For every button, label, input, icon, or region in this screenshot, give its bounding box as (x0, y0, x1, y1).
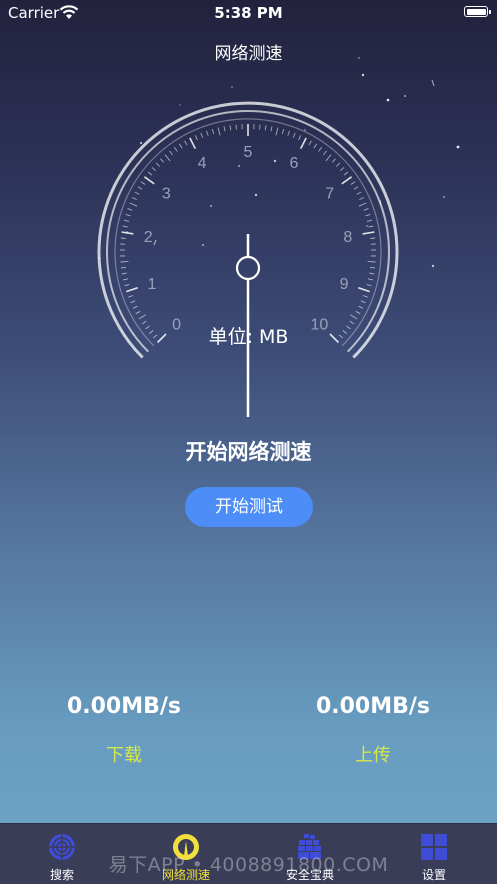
gauge-tick-label: 4 (198, 155, 207, 172)
gauge-minor-tick (368, 226, 373, 227)
gauge-minor-tick (207, 131, 209, 136)
gauge-minor-tick (185, 141, 188, 145)
gauge-tick-label: 6 (289, 155, 298, 172)
gauge-minor-tick (121, 238, 126, 239)
gauge-minor-tick (367, 220, 372, 221)
gauge-minor-tick (369, 273, 374, 274)
upload-label: 上传 (283, 741, 463, 767)
gauge-minor-tick (364, 209, 369, 211)
gauge-minor-tick (368, 261, 376, 262)
gauge-major-tick (190, 138, 195, 149)
gauge-minor-tick (131, 301, 136, 303)
gauge-minor-tick (314, 144, 317, 148)
gauge-minor-tick (368, 279, 373, 280)
gauge-minor-tick (156, 163, 160, 167)
gauge-minor-tick (128, 209, 133, 211)
gauge-minor-tick (359, 306, 363, 308)
gauge-minor-tick (361, 301, 366, 303)
gauge-major-tick (363, 232, 375, 234)
gauge-minor-tick (133, 306, 137, 308)
gauge-minor-tick (122, 273, 127, 274)
gauge-minor-tick (354, 187, 358, 190)
gauge-minor-tick (141, 182, 145, 185)
gauge-minor-tick (323, 151, 326, 155)
gauge-minor-tick (357, 192, 361, 194)
gauge-minor-tick (224, 126, 225, 131)
gauge-minor-tick (160, 159, 163, 163)
gauge-minor-tick (230, 125, 231, 130)
gauge-minor-tick (136, 311, 140, 313)
gauge-minor-tick (319, 147, 322, 151)
gauge-unit-label: 单位: MB (0, 322, 497, 349)
gauge-minor-tick (148, 172, 152, 175)
gauge-minor-tick (174, 147, 177, 151)
gauge-minor-tick (138, 187, 142, 190)
gauge-minor-tick (179, 144, 182, 148)
download-label: 下载 (34, 741, 214, 767)
gauge-minor-tick (336, 163, 340, 167)
upload-speed-value: 0.00MB/s (283, 694, 463, 719)
gauge-tick-label: 9 (340, 276, 349, 293)
gauge-minor-tick (332, 159, 335, 163)
gauge-minor-tick (132, 198, 137, 200)
speed-gauge: 012345678910 (0, 0, 497, 430)
gauge-minor-tick (123, 279, 128, 280)
gauge-minor-tick (363, 296, 368, 298)
watermark-text: 易下APP • 4008891800.COM (0, 850, 497, 877)
gauge-minor-tick (128, 296, 133, 298)
gauge-minor-tick (265, 125, 266, 130)
gauge-tick-label: 5 (244, 144, 253, 161)
gauge-minor-tick (195, 135, 197, 140)
gauge-minor-tick (340, 167, 344, 170)
gauge-minor-tick (282, 129, 283, 134)
gauge-minor-tick (370, 267, 375, 268)
gauge-minor-tick (293, 133, 295, 138)
gauge-minor-tick (359, 198, 364, 200)
gauge-minor-tick (359, 203, 366, 206)
gauge-minor-tick (135, 192, 139, 194)
gauge-minor-tick (271, 126, 272, 131)
gauge-minor-tick (126, 214, 131, 215)
gauge-minor-tick (201, 133, 203, 138)
gauge-tick-label: 3 (162, 186, 171, 203)
gauge-major-tick (126, 288, 137, 292)
gauge-tick-label: 8 (343, 229, 352, 246)
gauge-minor-tick (276, 128, 278, 136)
gauge-tick-label: 2 (144, 229, 153, 246)
gauge-minor-tick (366, 214, 371, 215)
gauge-tick-label: 7 (325, 186, 334, 203)
gauge-minor-tick (130, 203, 137, 206)
gauge-minor-tick (125, 285, 130, 286)
gauge-minor-tick (120, 261, 128, 262)
gauge-minor-tick (152, 167, 156, 170)
gauge-major-tick (342, 177, 352, 184)
gauge-minor-tick (124, 220, 129, 221)
gauge-minor-tick (344, 172, 348, 175)
gauge-minor-tick (326, 155, 331, 161)
gauge-major-tick (301, 138, 306, 149)
gauge-minor-tick (170, 151, 173, 155)
gauge-minor-tick (351, 182, 355, 185)
gauge-major-tick (144, 177, 154, 184)
gauge-major-tick (358, 288, 369, 292)
gauge-minor-tick (218, 128, 220, 136)
gauge-major-tick (122, 232, 134, 234)
gauge-minor-tick (309, 141, 312, 145)
gauge-minor-tick (121, 267, 126, 268)
gauge-minor-tick (139, 315, 146, 319)
gauge-minor-tick (370, 238, 375, 239)
gauge-minor-tick (356, 311, 360, 313)
gauge-tick-label: 1 (147, 276, 156, 293)
gauge-minor-tick (367, 285, 372, 286)
start-test-heading: 开始网络测速 (0, 436, 497, 466)
gauge-minor-tick (123, 226, 128, 227)
start-test-button[interactable]: 开始测试 (185, 487, 313, 527)
gauge-minor-tick (288, 131, 290, 136)
gauge-minor-tick (212, 129, 213, 134)
gauge-minor-tick (165, 155, 170, 161)
gauge-minor-tick (350, 315, 357, 319)
gauge-minor-tick (299, 135, 301, 140)
download-speed-value: 0.00MB/s (34, 694, 214, 719)
